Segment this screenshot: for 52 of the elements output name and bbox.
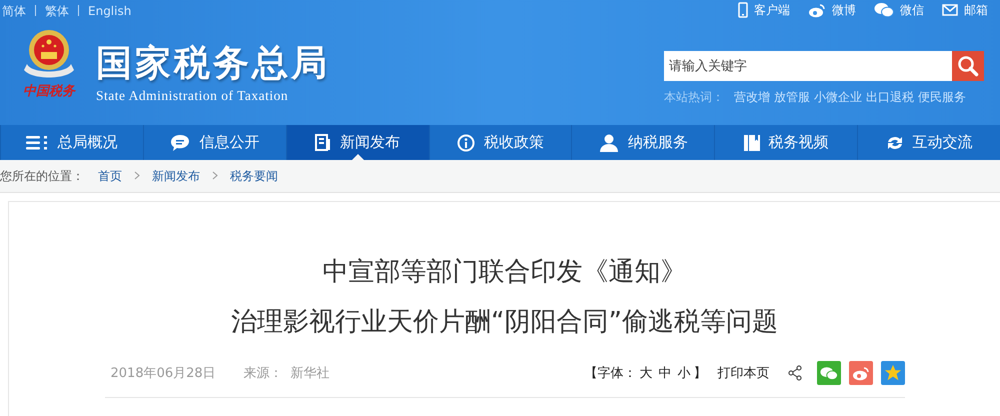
header-link[interactable]: 邮箱 <box>942 2 988 18</box>
wechat-share-button[interactable] <box>816 361 840 385</box>
search-field[interactable]: 请输入关键字 <box>664 51 952 81</box>
font-size-label: 【字体： <box>584 366 636 381</box>
chevron-icon <box>134 170 140 182</box>
star-share-button[interactable] <box>880 361 904 385</box>
hot-word-link[interactable]: 营改增 <box>734 89 770 106</box>
hot-word-link[interactable]: 放管服 <box>774 89 810 106</box>
chevron-icon <box>212 170 218 182</box>
hot-word-link[interactable]: 出口退税 <box>866 89 914 106</box>
site-title: 国家税务总局 <box>96 44 330 84</box>
breadcrumb-link[interactable]: 首页 <box>98 168 122 184</box>
print-link[interactable]: 打印本页 <box>718 364 770 382</box>
breadcrumb-link[interactable]: 税务要闻 <box>230 168 278 184</box>
source-label: 来源： <box>244 365 283 382</box>
bracket: 】 <box>694 366 706 381</box>
menu-icon <box>26 136 48 150</box>
hot-word-link[interactable]: 便民服务 <box>918 89 966 106</box>
share-icon <box>786 365 802 381</box>
font-size-link[interactable]: 大 <box>640 366 652 381</box>
header-link[interactable]: 微博 <box>808 2 856 18</box>
site-subtitle: State Administration of Taxation <box>96 88 290 104</box>
person-icon <box>598 134 619 152</box>
mail-icon <box>942 4 958 16</box>
hot-words-label: 本站热词： <box>664 89 724 106</box>
breadcrumb-link[interactable]: 新闻发布 <box>152 168 200 184</box>
breadcrumb-label: 您所在的位置： <box>0 168 84 184</box>
publish-date: 2018年06月28日 <box>110 365 216 382</box>
article-title: 治理影视行业天价片酬“阴阳合同”偷逃税等问题 <box>231 306 778 339</box>
language-link[interactable]: 繁体 <box>45 4 69 18</box>
font-size-link[interactable]: 小 <box>678 366 690 381</box>
book-icon <box>744 134 760 152</box>
weibo-icon <box>808 2 826 18</box>
header-link[interactable]: 客户端 <box>738 2 790 18</box>
seal-text: 中国税务 <box>23 83 75 100</box>
language-link[interactable]: English <box>88 4 132 18</box>
language-link[interactable]: 简体 <box>2 4 26 18</box>
source-name: 新华社 <box>290 365 330 382</box>
search-icon <box>957 55 979 77</box>
wechat-icon <box>874 2 894 18</box>
nav-tab[interactable]: 新闻发布 <box>286 125 429 160</box>
article-title: 中宣部等部门联合印发《通知》 <box>322 256 686 289</box>
phone-icon <box>738 2 748 18</box>
newspaper-icon <box>315 134 332 151</box>
hot-word-link[interactable]: 小微企业 <box>814 89 862 106</box>
weibo-share-button[interactable] <box>848 361 872 385</box>
refresh-icon <box>886 134 904 150</box>
info-icon <box>457 134 475 152</box>
search-button[interactable] <box>952 51 984 81</box>
header-link[interactable]: 微信 <box>874 2 924 18</box>
speech-bubble-icon <box>170 134 190 152</box>
font-size-link[interactable]: 中 <box>658 366 672 381</box>
